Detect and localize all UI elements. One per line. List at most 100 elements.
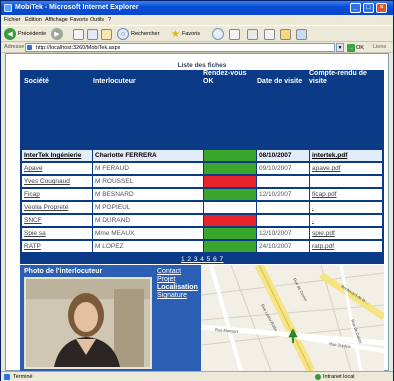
header-societe[interactable]: Société [24,78,49,86]
favorites-button[interactable]: ★ Favoris [171,28,200,40]
pager[interactable]: 1 2 3 4 5 6 7 [181,256,224,263]
fiches-grid: Société Interlocuteur Rendez-vous OK Dat… [20,70,384,264]
cell-compte-rendu[interactable] [310,176,382,187]
back-button[interactable]: ◀ Précédente [4,28,46,40]
links-button[interactable]: Liens [373,44,386,50]
page-content: Liste des fiches Société Interlocuteur R… [5,53,389,371]
header-rdv[interactable]: Rendez-vous OK [203,70,258,86]
go-button[interactable]: → OK [347,43,364,52]
home-button[interactable] [101,28,112,40]
cell-societe[interactable]: Veolia Propreté [22,202,92,213]
menu-help[interactable]: ? [108,17,111,23]
detail-panel: Photo de l'interlocuteur Contact Projet … [20,265,384,371]
link-contact[interactable]: Contact [157,268,198,276]
table-row[interactable]: Ficap M BESNARD 12/10/2007 ficap.pdf [22,189,382,200]
forward-button[interactable]: ▶ [51,28,63,40]
folder-button[interactable] [280,28,291,40]
cell-societe[interactable]: Apave [22,163,92,174]
cell-compte-rendu[interactable]: intertek.pdf [310,150,382,161]
menu-edition[interactable]: Édition [25,17,42,23]
cell-interlocuteur: M LOPEZ [93,241,203,252]
link-signature[interactable]: Signature [157,292,198,300]
link-localisation[interactable]: Localisation [157,284,198,292]
detail-links: Contact Projet Localisation Signature [157,268,198,300]
toolbar: ◀ Précédente ▶ ○ Rechercher ★ Favoris [1,25,393,42]
address-label: Adresse [4,44,25,50]
photo-title: Photo de l'interlocuteur [24,268,103,275]
stop-button[interactable] [73,28,84,40]
header-compte-rendu[interactable]: Compte-rendu de visite [309,70,381,86]
table-row[interactable]: SNCF M DURAND. [22,215,382,226]
header-interlocuteur[interactable]: Interlocuteur [93,78,136,86]
maximize-button[interactable]: □ [363,3,374,13]
cell-societe[interactable]: Spie sa [22,228,92,239]
address-bar: Adresse http://localhost:3260/MobiTek.as… [1,42,393,53]
cell-compte-rendu[interactable]: spie.pdf [310,228,382,239]
cell-date [257,176,309,187]
print-button[interactable] [247,28,258,40]
forward-arrow-icon: ▶ [51,28,63,40]
back-label: Précédente [18,31,47,37]
grid-caption: Liste des fiches [177,62,227,69]
zone-text: Intranet local [323,374,355,380]
menu-favoris[interactable]: Favoris [70,17,88,23]
cell-rdv-status [204,202,256,213]
folder-icon [280,28,291,40]
cell-societe[interactable]: Yves Cougnaud [22,176,92,187]
location-map[interactable]: Rue Ledru-Rollin Boulevard de la ... Rue… [201,265,384,371]
cell-rdv-status [204,241,256,252]
refresh-icon [87,28,98,40]
cell-date [257,215,309,226]
cell-societe[interactable]: Ficap [22,189,92,200]
star-icon: ★ [171,28,180,40]
address-input[interactable]: http://localhost:3260/MobiTek.aspx [25,43,335,52]
header-date[interactable]: Date de visite [257,78,302,86]
menu-bar: Fichier Édition Affichage Favoris Outils… [1,15,393,25]
cell-compte-rendu[interactable]: ratp.pdf [310,241,382,252]
link-projet[interactable]: Projet [157,276,198,284]
browser-window: MobiTek - Microsoft Internet Explorer _ … [0,0,394,381]
minimize-button[interactable]: _ [350,3,361,13]
cell-compte-rendu[interactable]: apave.pdf [310,163,382,174]
table-row[interactable]: Apave M FERAUD 09/10/2007 apave.pdf [22,163,382,174]
cell-rdv-status [204,163,256,174]
cell-compte-rendu[interactable]: ficap.pdf [310,189,382,200]
table-row[interactable]: InterTek Ingénierie Charlotte FERRERA 08/1… [22,150,382,161]
cell-date [257,202,309,213]
cell-compte-rendu[interactable]: . [310,215,382,226]
cell-interlocuteur: M ROUSSEL [93,176,203,187]
menu-fichier[interactable]: Fichier [4,17,21,23]
cell-interlocuteur: M FERAUD [93,163,203,174]
back-arrow-icon: ◀ [4,28,16,40]
title-bar[interactable]: MobiTek - Microsoft Internet Explorer _ … [1,1,393,15]
edit-button[interactable] [264,28,275,40]
refresh-button[interactable] [87,28,98,40]
history-button[interactable] [212,28,224,40]
cell-rdv-status [204,228,256,239]
cell-date: 24/10/2007 [257,241,309,252]
cell-societe[interactable]: InterTek Ingénierie [22,150,92,161]
table-row[interactable]: RATP M LOPEZ 24/10/2007 ratp.pdf [22,241,382,252]
cell-compte-rendu[interactable]: . [310,202,382,213]
table-row[interactable]: Spie sa Mme MEAUX 12/10/2007 spie.pdf [22,228,382,239]
address-dropdown-icon[interactable]: ▼ [336,43,344,52]
stop-icon [73,28,84,40]
favorites-label: Favoris [181,31,200,37]
menu-outils[interactable]: Outils [90,17,104,23]
menu-affichage[interactable]: Affichage [45,17,68,23]
table-row[interactable]: Yves Cougnaud M ROUSSEL [22,176,382,187]
search-button[interactable]: ○ Rechercher [117,28,159,40]
table-row[interactable]: Veolia Propreté M POPIEUL. [22,202,382,213]
home-icon [101,28,112,40]
cell-societe[interactable]: SNCF [22,215,92,226]
window-title: MobiTek - Microsoft Internet Explorer [15,4,139,11]
close-button[interactable]: × [376,3,387,13]
cell-societe[interactable]: RATP [22,241,92,252]
messenger-icon [296,28,307,40]
mail-button[interactable] [229,28,240,40]
cell-interlocuteur: M BESNARD [93,189,203,200]
cell-interlocuteur: Charlotte FERRERA [93,150,203,161]
history-icon [212,28,224,40]
page-icon [27,45,32,50]
messenger-button[interactable] [296,28,307,40]
